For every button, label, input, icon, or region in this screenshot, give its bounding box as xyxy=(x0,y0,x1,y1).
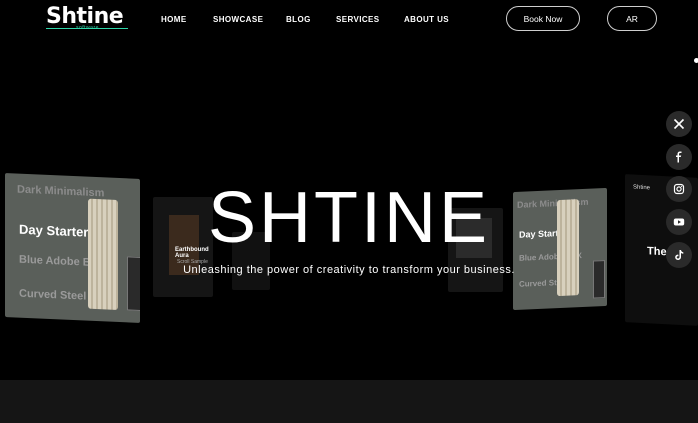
x-icon[interactable] xyxy=(666,111,692,137)
nav-blog[interactable]: BLOG xyxy=(286,15,311,24)
nav-about-us[interactable]: ABOUT US xyxy=(404,15,449,24)
card-line: Curved Steel xyxy=(19,287,87,303)
hero-subtitle: Unleashing the power of creativity to tr… xyxy=(183,264,515,276)
tiktok-icon[interactable] xyxy=(666,242,692,268)
brand-logo[interactable]: Shtine software xyxy=(46,4,130,31)
book-now-button[interactable]: Book Now xyxy=(506,6,580,31)
nav-services[interactable]: SERVICES xyxy=(336,15,380,24)
scroll-indicator-dot xyxy=(694,58,698,63)
brand-tagline: software xyxy=(76,25,99,31)
nav-showcase[interactable]: SHOWCASE xyxy=(213,15,263,24)
language-toggle-button[interactable]: AR xyxy=(607,6,657,31)
next-section-band xyxy=(0,380,698,423)
hero-title: SHTINE xyxy=(207,178,491,258)
top-navbar: Shtine software HOME SHOWCASE BLOG SERVI… xyxy=(0,0,698,40)
nav-home[interactable]: HOME xyxy=(161,15,187,24)
instagram-icon[interactable] xyxy=(666,176,692,202)
youtube-icon[interactable] xyxy=(666,209,692,235)
facebook-icon[interactable] xyxy=(666,144,692,170)
